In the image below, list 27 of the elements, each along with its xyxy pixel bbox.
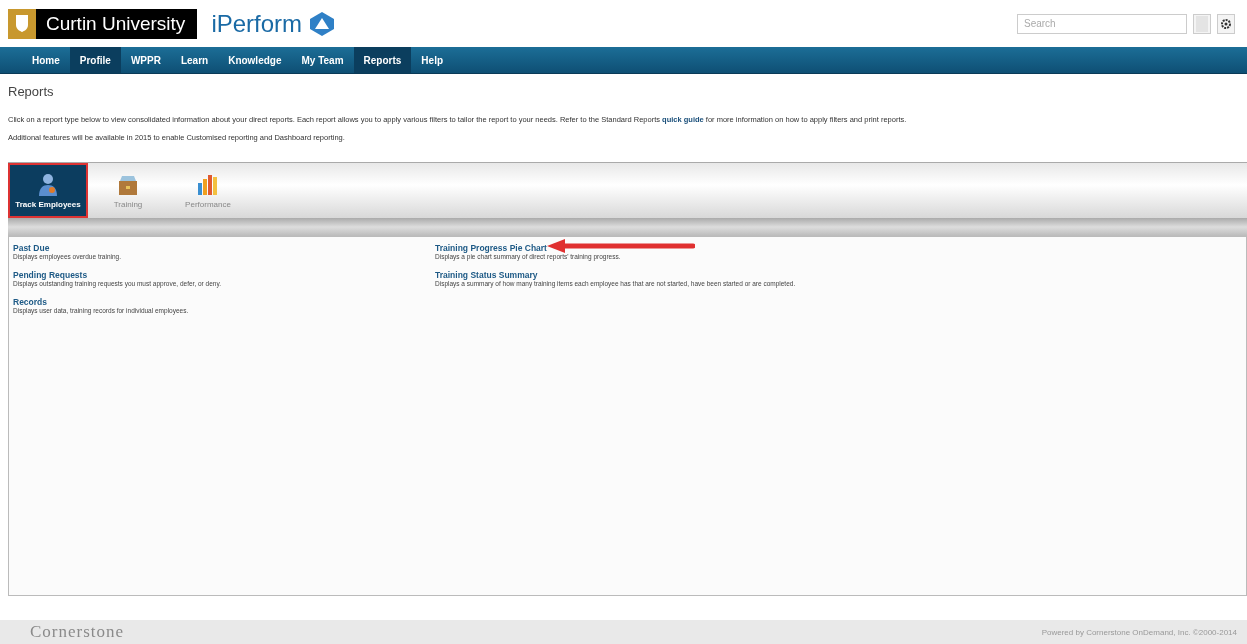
page-title: Reports bbox=[8, 84, 55, 99]
settings-icon bbox=[1221, 18, 1231, 29]
university-name: Curtin University bbox=[36, 8, 198, 39]
report-link[interactable]: Training Status Summary bbox=[435, 270, 538, 280]
report-link[interactable]: Pending Requests bbox=[13, 270, 88, 280]
nav-tab[interactable]: Profile bbox=[69, 47, 121, 73]
shield-logo-icon bbox=[8, 8, 36, 39]
report-type-tab[interactable]: Track Employees bbox=[8, 163, 88, 218]
logo-icon bbox=[308, 10, 337, 37]
nav-tab[interactable]: My Team bbox=[291, 47, 354, 73]
report-link[interactable]: Past Due bbox=[13, 243, 50, 253]
settings-button[interactable] bbox=[1217, 13, 1235, 34]
nav-tab[interactable]: Help bbox=[411, 47, 454, 73]
search-field[interactable]: Search bbox=[1017, 13, 1187, 34]
nav-tab[interactable]: Home bbox=[22, 47, 70, 73]
footer-credit: Powered by Cornerstone OnDemand, Inc. ©2000-2014 bbox=[1041, 628, 1237, 637]
nav-tab[interactable]: Learn bbox=[170, 47, 219, 73]
nav-tab[interactable]: WPPR bbox=[120, 47, 171, 73]
person-icon bbox=[37, 172, 59, 197]
footer-logo: Cornerstone bbox=[30, 622, 125, 642]
nav-tab[interactable]: Knowledge bbox=[218, 47, 292, 73]
avatar-icon bbox=[1196, 15, 1208, 32]
product-name: iPerform bbox=[211, 9, 303, 38]
bar-chart-icon bbox=[196, 172, 220, 197]
nav-tab[interactable]: Reports bbox=[353, 47, 412, 73]
report-link[interactable]: Records bbox=[13, 297, 47, 307]
report-link[interactable]: Training Progress Pie Chart bbox=[435, 243, 547, 253]
